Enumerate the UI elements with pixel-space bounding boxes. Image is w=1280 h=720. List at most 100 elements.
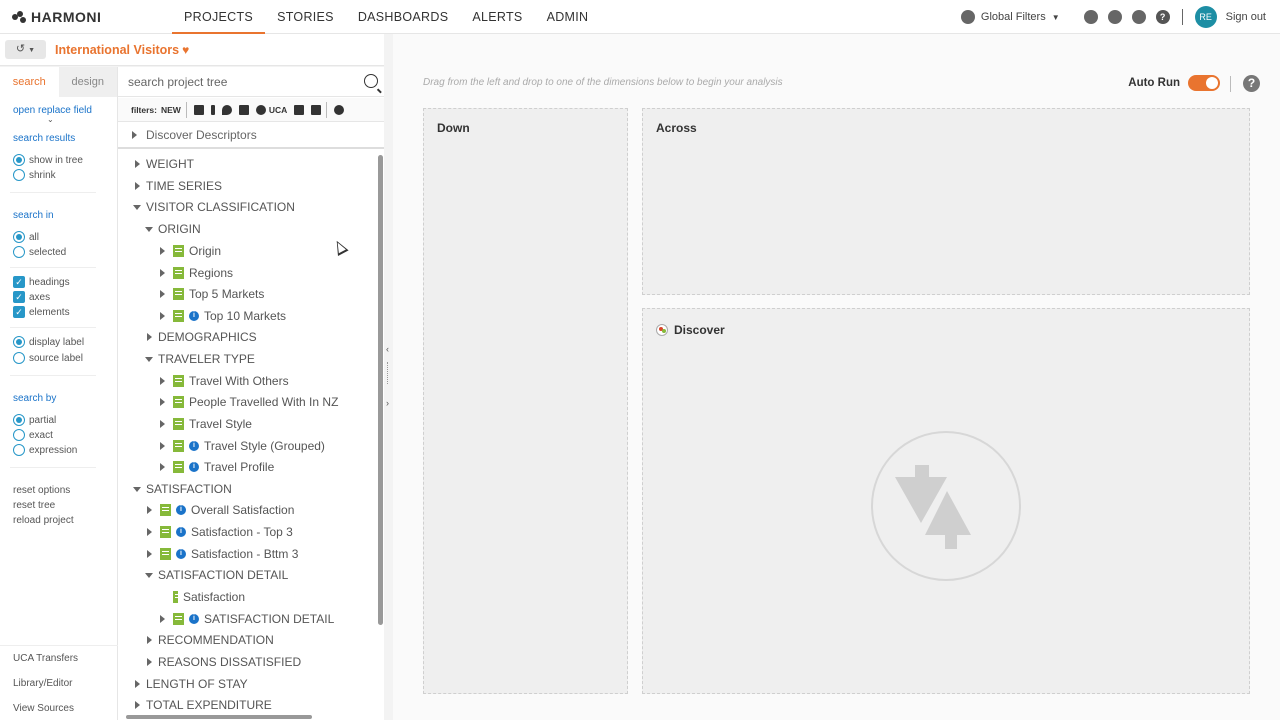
- view-sources-link[interactable]: View Sources: [13, 703, 74, 714]
- partial-radio[interactable]: partial: [13, 414, 56, 426]
- nav-admin[interactable]: ADMIN: [535, 0, 601, 34]
- shrink-radio[interactable]: shrink: [13, 169, 56, 181]
- pane-splitter[interactable]: ‹ ›: [384, 34, 393, 720]
- info-icon[interactable]: i: [176, 505, 186, 515]
- discover-descriptors-row[interactable]: Discover Descriptors: [118, 123, 384, 149]
- chevron-left-icon[interactable]: ‹: [386, 344, 389, 354]
- search-icon[interactable]: [364, 74, 378, 88]
- help-icon[interactable]: ?: [1155, 10, 1170, 24]
- brain-icon[interactable]: [1107, 10, 1122, 24]
- nav-stories[interactable]: STORIES: [265, 0, 346, 34]
- tree-folder-time-series[interactable]: TIME SERIES: [130, 176, 222, 196]
- reload-project-link[interactable]: reload project: [13, 515, 74, 526]
- eye-filter-icon[interactable]: [334, 104, 345, 115]
- tree-folder-length-of-stay[interactable]: LENGTH OF STAY: [130, 674, 248, 694]
- down-drop-zone[interactable]: Down: [423, 108, 628, 694]
- variable-filter-icon[interactable]: [210, 104, 215, 115]
- exact-radio[interactable]: exact: [13, 429, 53, 441]
- sign-out-link[interactable]: Sign out: [1226, 11, 1266, 23]
- tree-folder-satisfaction-detail[interactable]: SATISFACTION DETAIL: [142, 565, 288, 585]
- tree-item-regions[interactable]: Regions: [155, 263, 233, 283]
- nav-dashboards[interactable]: DASHBOARDS: [346, 0, 461, 34]
- source-label-radio[interactable]: source label: [13, 352, 83, 364]
- tree-folder-origin[interactable]: ORIGIN: [142, 219, 201, 239]
- heart-icon[interactable]: ♥: [182, 43, 189, 57]
- discover-drop-zone[interactable]: Discover: [642, 308, 1250, 694]
- tree-folder-satisfaction[interactable]: SATISFACTION: [130, 479, 232, 499]
- display-label-radio[interactable]: display label: [13, 336, 84, 348]
- info-icon[interactable]: i: [189, 462, 199, 472]
- harmoni-logo[interactable]: HARMONI: [12, 9, 101, 25]
- show-in-tree-radio[interactable]: show in tree: [13, 154, 83, 166]
- expression-radio[interactable]: expression: [13, 444, 77, 456]
- tree-item-top-5-markets[interactable]: Top 5 Markets: [155, 284, 264, 304]
- filter-uca-button[interactable]: UCA: [269, 105, 287, 115]
- tree-item-top-10-markets[interactable]: i Top 10 Markets: [155, 306, 286, 326]
- across-drop-zone[interactable]: Across: [642, 108, 1250, 295]
- selected-radio[interactable]: selected: [13, 246, 66, 258]
- uca-transfers-link[interactable]: UCA Transfers: [13, 653, 78, 664]
- tree-folder-weight[interactable]: WEIGHT: [130, 154, 194, 174]
- tree-folder-demographics[interactable]: DEMOGRAPHICS: [142, 327, 257, 347]
- reset-options-link[interactable]: reset options: [13, 485, 70, 496]
- tree-item-people-travelled-with[interactable]: People Travelled With In NZ: [155, 392, 338, 412]
- history-button[interactable]: ↺ ▼: [5, 40, 46, 59]
- tree-folder-reasons-dissatisfied[interactable]: REASONS DISSATISFIED: [142, 652, 301, 672]
- divider: [10, 267, 96, 268]
- radio-icon: [13, 246, 25, 258]
- splitter-grip-icon[interactable]: [387, 362, 389, 384]
- library-editor-link[interactable]: Library/Editor: [13, 678, 72, 689]
- tree-folder-total-expenditure[interactable]: TOTAL EXPENDITURE: [130, 695, 272, 713]
- tree-item-overall-satisfaction[interactable]: i Overall Satisfaction: [142, 500, 294, 520]
- expand-icon: [134, 680, 140, 688]
- folder-filter-icon[interactable]: [294, 104, 305, 115]
- tree-folder-recommendation[interactable]: RECOMMENDATION: [142, 630, 274, 650]
- tree-item-satisfaction-top-3[interactable]: i Satisfaction - Top 3: [142, 522, 293, 542]
- location-filter-icon[interactable]: [221, 104, 232, 115]
- info-icon[interactable]: i: [189, 311, 199, 321]
- info-icon[interactable]: i: [176, 549, 186, 559]
- tree-row-label: ORIGIN: [158, 222, 201, 236]
- tab-design[interactable]: design: [58, 67, 117, 97]
- uca-icon[interactable]: [255, 104, 266, 115]
- elements-checkbox[interactable]: ✓ elements: [13, 306, 70, 318]
- info-icon[interactable]: i: [176, 527, 186, 537]
- tree-item-satisfaction-detail-grid[interactable]: i SATISFACTION DETAIL: [155, 609, 334, 629]
- filter-new-button[interactable]: NEW: [161, 105, 181, 115]
- eye-icon[interactable]: [1083, 10, 1098, 24]
- tree-item-satisfaction-axis[interactable]: Satisfaction: [169, 587, 245, 607]
- auto-run-toggle[interactable]: [1188, 75, 1220, 91]
- tree-item-travel-style-grouped[interactable]: i Travel Style (Grouped): [155, 436, 325, 456]
- expand-icon: [146, 658, 152, 666]
- tree-horizontal-scrollbar[interactable]: [126, 715, 312, 719]
- contrast-icon[interactable]: [1131, 10, 1146, 24]
- tree-item-travel-with-others[interactable]: Travel With Others: [155, 371, 289, 391]
- all-radio[interactable]: all: [13, 231, 39, 243]
- info-icon[interactable]: i: [189, 441, 199, 451]
- global-filters-button[interactable]: Global Filters ▼: [951, 10, 1060, 24]
- reset-tree-link[interactable]: reset tree: [13, 500, 55, 511]
- grid-filter-icon[interactable]: [193, 104, 204, 115]
- help-icon[interactable]: ?: [1243, 75, 1260, 92]
- avatar[interactable]: RE: [1194, 6, 1217, 28]
- info-icon[interactable]: i: [189, 614, 199, 624]
- tab-search[interactable]: search: [0, 67, 59, 97]
- tree-item-satisfaction-bttm-3[interactable]: i Satisfaction - Bttm 3: [142, 544, 298, 564]
- nav-alerts[interactable]: ALERTS: [460, 0, 534, 34]
- nav-projects[interactable]: PROJECTS: [172, 0, 266, 34]
- tree-item-travel-style[interactable]: Travel Style: [155, 414, 252, 434]
- time-filter-icon[interactable]: [238, 104, 249, 115]
- axes-checkbox[interactable]: ✓ axes: [13, 291, 50, 303]
- project-title[interactable]: International Visitors ♥: [55, 43, 189, 57]
- tree-item-origin[interactable]: Origin: [155, 241, 221, 261]
- tree-folder-visitor-classification[interactable]: VISITOR CLASSIFICATION: [130, 197, 295, 217]
- tree-item-travel-profile[interactable]: i Travel Profile: [155, 457, 274, 477]
- headings-checkbox[interactable]: ✓ headings: [13, 276, 70, 288]
- discover-drop-target[interactable]: [871, 431, 1021, 581]
- tree-vertical-scrollbar[interactable]: [378, 155, 383, 625]
- tree-search-input[interactable]: [128, 73, 348, 91]
- chevron-down-icon[interactable]: ⌄: [47, 115, 54, 124]
- chevron-right-icon[interactable]: ›: [386, 398, 389, 408]
- tree-folder-traveler-type[interactable]: TRAVELER TYPE: [142, 349, 255, 369]
- hierarchy-filter-icon[interactable]: [311, 104, 322, 115]
